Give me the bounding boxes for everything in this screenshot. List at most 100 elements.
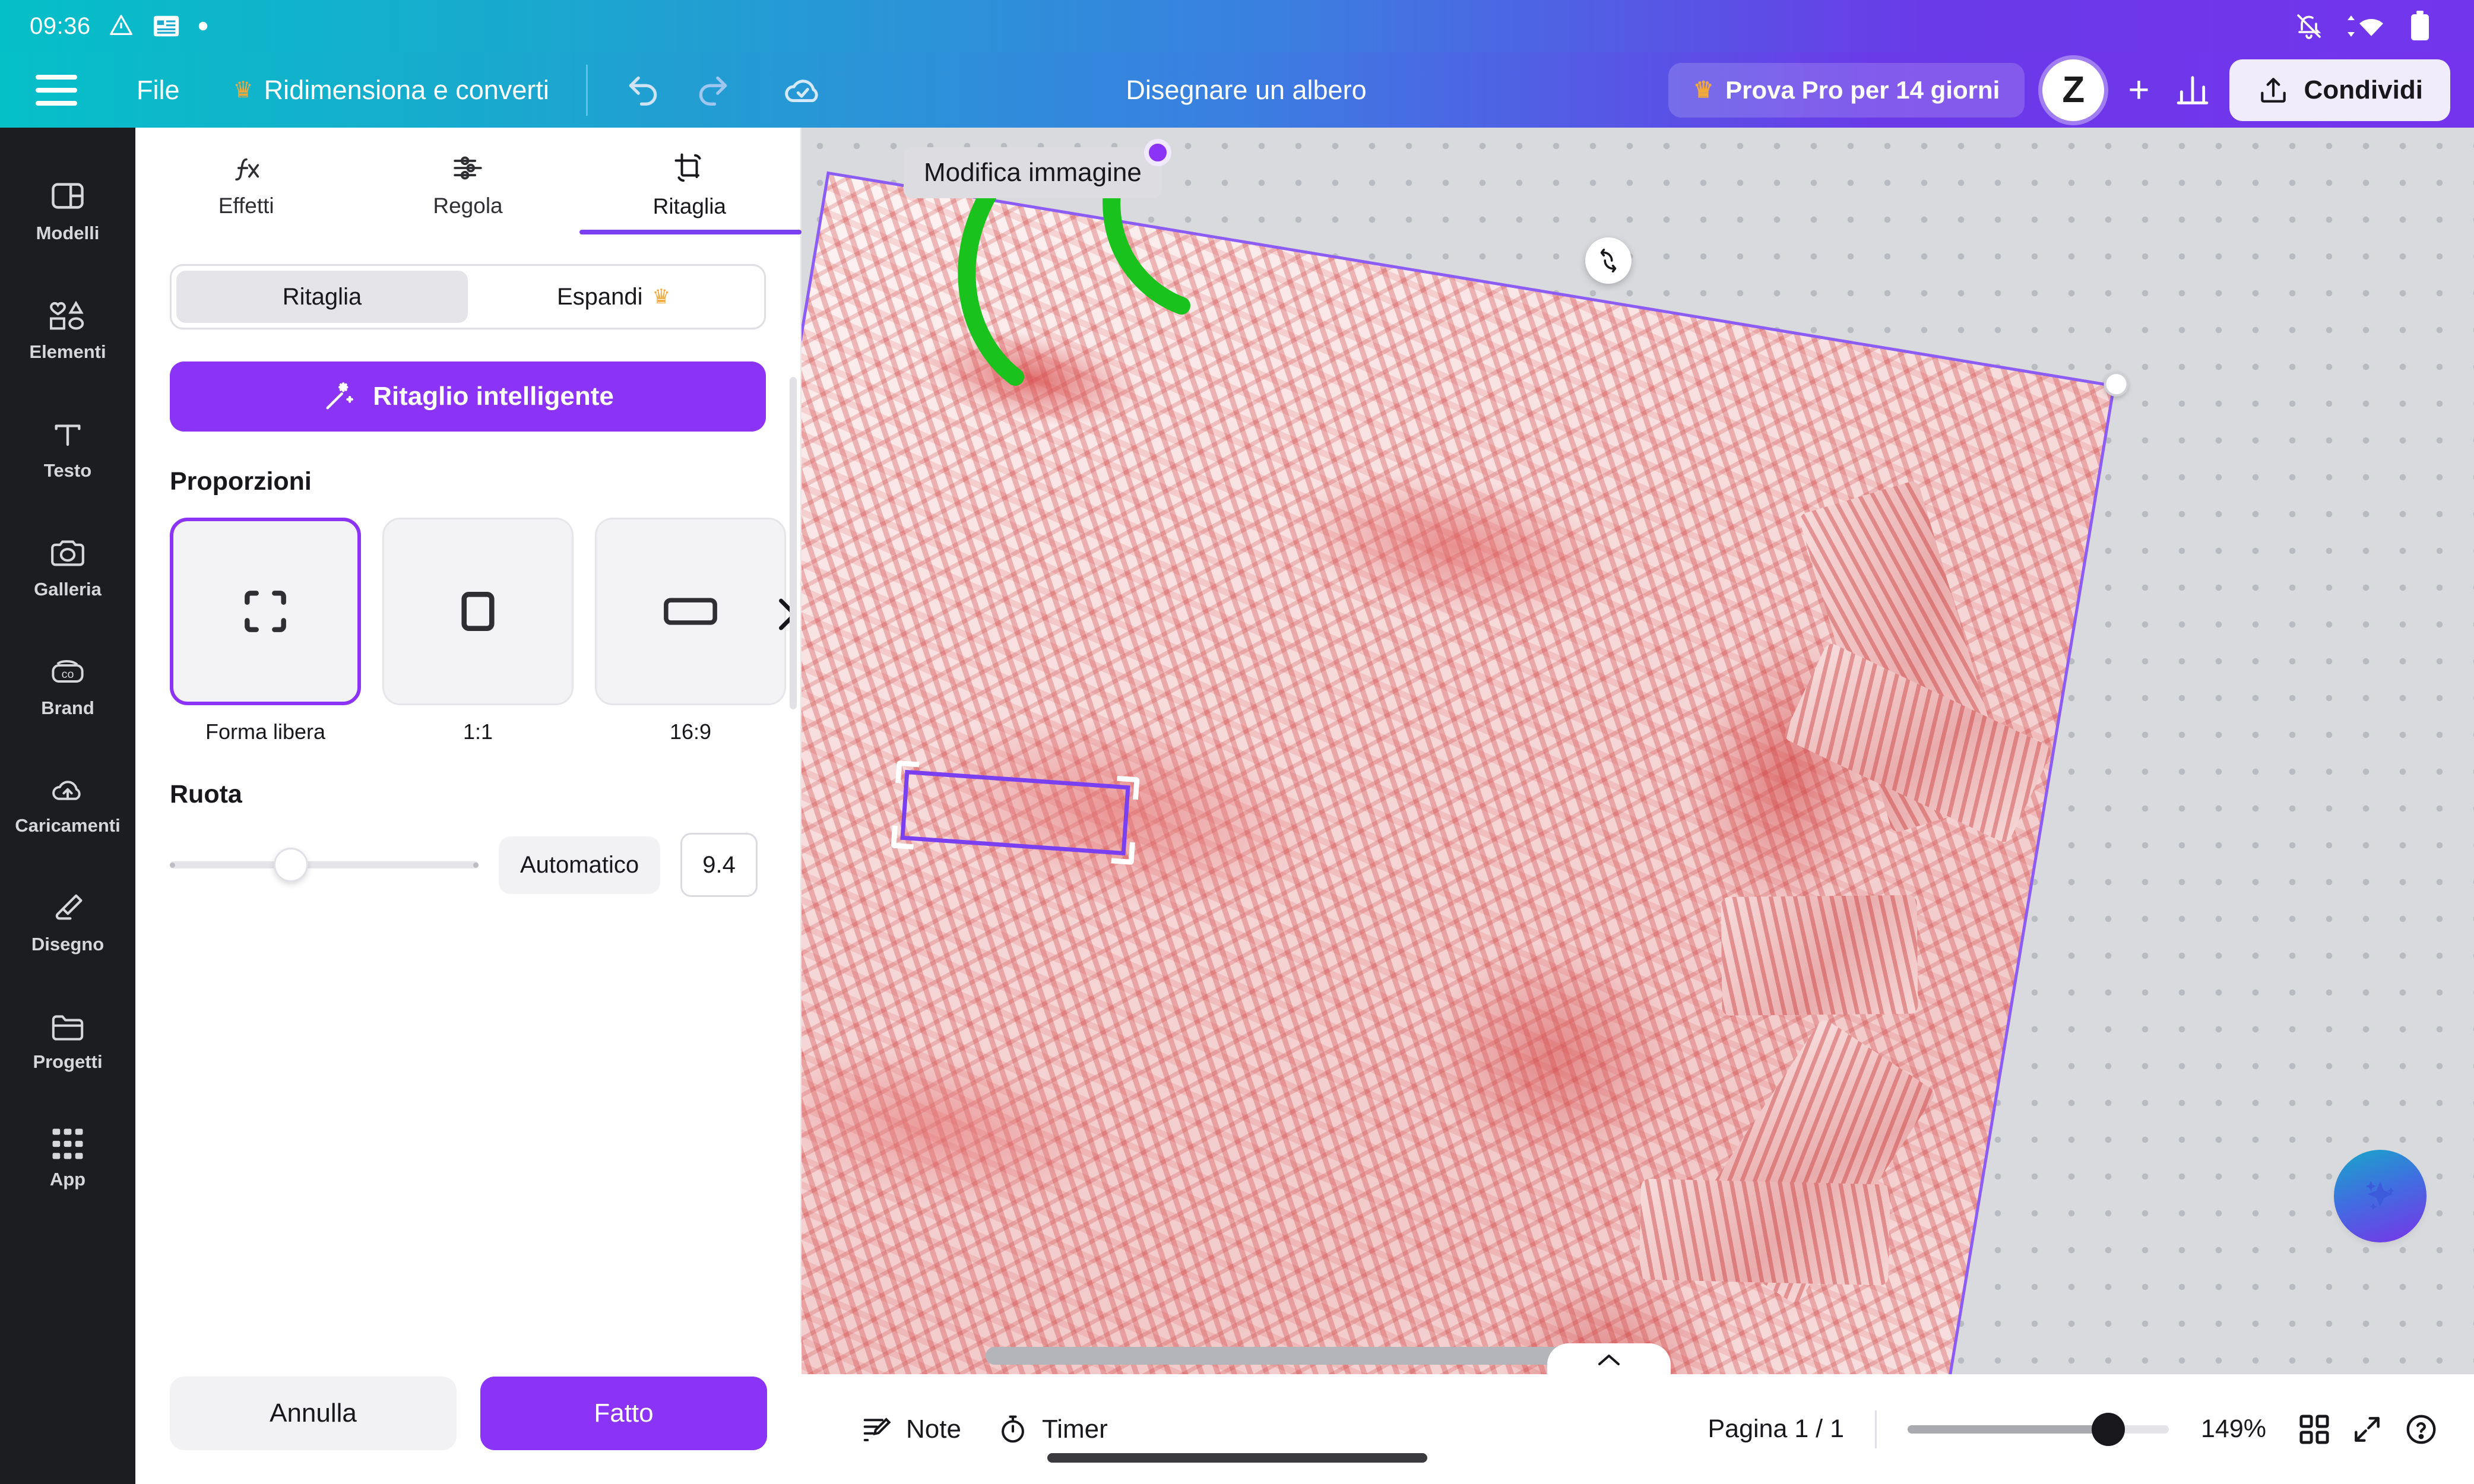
folder-icon [49, 1010, 86, 1043]
note-pencil-icon [863, 1417, 891, 1441]
crop-handle-bottom-right[interactable] [1111, 841, 1135, 865]
file-menu-button[interactable]: File [137, 75, 180, 106]
note-label: Note [906, 1414, 961, 1444]
smart-crop-button[interactable]: Ritaglio intelligente [170, 362, 766, 432]
ratio-label: 1:1 [463, 719, 493, 744]
bar-chart-icon[interactable] [2174, 71, 2212, 109]
sidebar-item-progetti[interactable]: Progetti [0, 994, 135, 1088]
sidebar-item-label: Brand [41, 697, 94, 718]
help-circle-icon[interactable] [2404, 1412, 2438, 1447]
rotate-slider-knob[interactable] [274, 848, 308, 882]
ratio-card-16-9[interactable]: 16:9 [595, 518, 786, 744]
status-time: 09:36 [30, 12, 91, 39]
rotate-title: Ruota [170, 780, 242, 808]
ai-sparkle-icon [2365, 1181, 2395, 1210]
timer-label: Timer [1041, 1414, 1108, 1444]
sidebar-item-app[interactable]: App [0, 1112, 135, 1206]
share-label: Condividi [2304, 75, 2423, 104]
rotate-value-input[interactable]: 9.4 [680, 833, 758, 897]
panel-footer: Annulla Fatto [135, 1343, 802, 1484]
zoom-slider-knob[interactable] [2092, 1412, 2125, 1446]
home-indicator [1047, 1453, 1427, 1463]
tab-regola[interactable]: Regola [357, 128, 578, 234]
sidebar-item-modelli[interactable]: Modelli [0, 162, 135, 259]
crop-handle-top-left[interactable] [895, 760, 920, 785]
pro-trial-button[interactable]: ♛ Prova Pro per 14 giorni [1668, 62, 2025, 118]
shapes-icon [48, 299, 87, 333]
ratios-title: Proporzioni [170, 467, 312, 496]
rotate-handle[interactable] [1585, 237, 1632, 284]
note-button[interactable]: Note [861, 1413, 961, 1445]
rotate-auto-button[interactable]: Automatico [499, 836, 661, 894]
smart-crop-label: Ritaglio intelligente [373, 382, 614, 411]
sidebar-item-label: Caricamenti [15, 815, 121, 836]
resize-convert-button[interactable]: ♛ Ridimensiona e converti [233, 75, 549, 106]
sidebar-item-caricamenti[interactable]: Caricamenti [0, 758, 135, 852]
sidebar-item-elementi[interactable]: Elementi [0, 283, 135, 378]
sidebar-item-label: Galleria [34, 579, 102, 600]
toolbar-divider [585, 64, 588, 116]
ai-assistant-button[interactable] [2334, 1150, 2427, 1242]
battery-icon [2410, 11, 2430, 42]
grid-view-icon[interactable] [2298, 1413, 2330, 1445]
share-button[interactable]: Condividi [2229, 59, 2450, 121]
panel-scrollbar[interactable] [790, 377, 797, 709]
avatar[interactable]: Z [2042, 59, 2105, 121]
expand-arrows-icon[interactable] [2351, 1413, 2384, 1446]
sidebar-item-disegno[interactable]: Disegno [0, 876, 135, 971]
brand-icon: co [49, 655, 87, 689]
zoom-slider[interactable] [1908, 1412, 2169, 1446]
ratio-label: 16:9 [669, 719, 712, 744]
document-title[interactable]: Disegnare un albero [1126, 75, 1366, 106]
fx-icon [229, 151, 264, 185]
square-icon [452, 586, 503, 637]
dot-icon [198, 21, 208, 31]
crop-panel: Effetti Regola Ritaglia Ritaglia Espandi… [135, 128, 802, 1484]
stopwatch-icon [1002, 1415, 1024, 1442]
sidebar-item-label: Testo [43, 460, 92, 481]
sidebar-item-testo[interactable]: Testo [0, 402, 135, 497]
pro-trial-label: Prova Pro per 14 giorni [1725, 75, 2000, 104]
app-root: File ♛ Ridimensiona e converti Disegnare… [0, 0, 2474, 1484]
ratio-card-1-1[interactable]: 1:1 [382, 518, 574, 744]
edit-image-tooltip[interactable]: Modifica immagine [904, 139, 1171, 198]
news-icon [153, 14, 180, 38]
sidebar-item-label: Disegno [31, 934, 104, 955]
segment-espandi[interactable]: Espandi ♛ [468, 271, 759, 323]
cloud-check-icon[interactable] [783, 69, 824, 111]
undo-icon[interactable] [625, 72, 661, 109]
freeform-icon [238, 584, 293, 639]
redo-icon[interactable] [695, 72, 731, 109]
bell-muted-icon [2295, 12, 2323, 40]
notification-dot [1143, 139, 1171, 166]
ratio-card-forma-libera[interactable]: Forma libera [170, 518, 361, 744]
canvas-horizontal-scrollbar[interactable] [986, 1347, 1579, 1365]
sidebar-item-galleria[interactable]: Galleria [0, 521, 135, 616]
done-button[interactable]: Fatto [480, 1377, 767, 1450]
crop-rotate-icon [671, 150, 708, 186]
canvas[interactable] [802, 128, 2474, 1374]
grid-apps-icon [51, 1127, 84, 1160]
active-tab-underline [579, 230, 802, 234]
crop-handle-bottom-left[interactable] [891, 825, 915, 850]
page-indicator: Pagina 1 / 1 [1708, 1415, 1844, 1443]
segment-ritaglia[interactable]: Ritaglia [176, 271, 468, 323]
crop-handle-top-right[interactable] [1116, 775, 1140, 800]
cancel-button[interactable]: Annulla [170, 1377, 457, 1450]
timer-button[interactable]: Timer [997, 1413, 1108, 1445]
edit-image-label: Modifica immagine [924, 158, 1142, 187]
sidebar-item-brand[interactable]: co Brand [0, 639, 135, 734]
chevron-right-icon[interactable] [774, 594, 802, 635]
tab-ritaglia[interactable]: Ritaglia [579, 128, 800, 234]
tab-effetti[interactable]: Effetti [135, 128, 357, 234]
left-sidebar: Modelli Elementi Testo Galleria co Brand… [0, 128, 135, 1484]
collapse-panel-toggle[interactable] [1547, 1343, 1671, 1374]
ratios-list: Forma libera 1:1 16:9 [170, 518, 797, 744]
rotate-icon [1600, 248, 1617, 273]
sparkle-wand-icon [322, 379, 356, 414]
bottom-bar: Note Timer Pagina 1 / 1 149% [802, 1374, 2474, 1484]
crown-icon: ♛ [1693, 78, 1714, 103]
hamburger-icon[interactable] [36, 74, 77, 106]
add-collaborator-button[interactable]: + [2122, 71, 2155, 109]
rotate-slider[interactable] [170, 847, 479, 883]
